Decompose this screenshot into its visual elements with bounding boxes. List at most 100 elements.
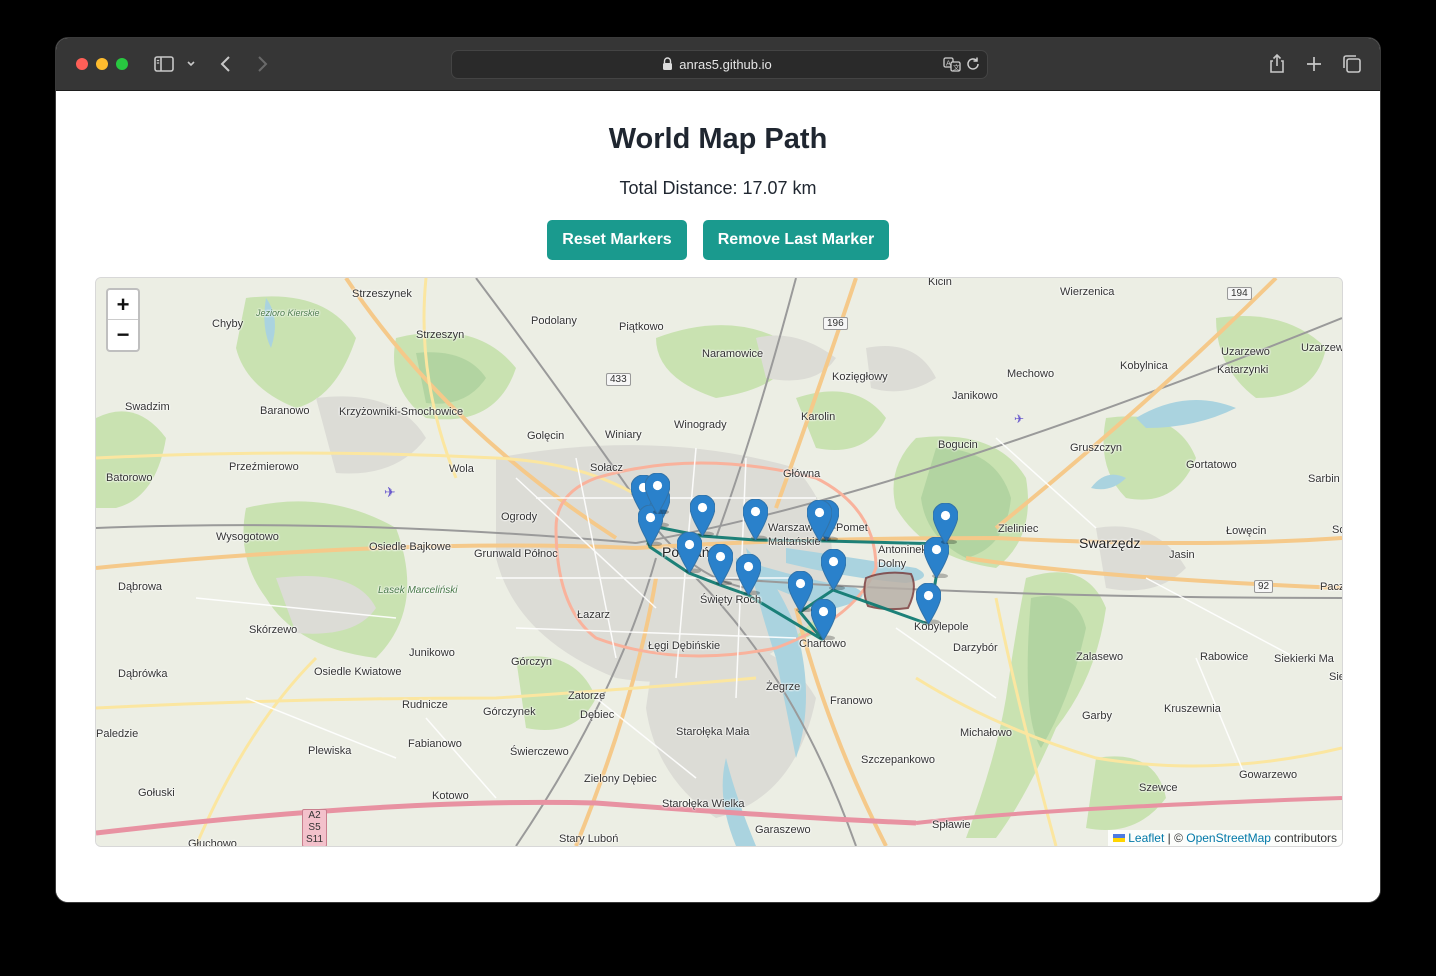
place-label: Gortatowo	[1186, 459, 1237, 471]
map-marker-icon[interactable]	[931, 502, 959, 545]
place-label: Główna	[783, 468, 821, 480]
place-label: Siel	[1329, 671, 1342, 683]
svg-text:文: 文	[953, 63, 960, 72]
place-label: Rudnicze	[402, 699, 448, 711]
place-label: Dąbrowa	[118, 581, 163, 593]
translate-icon[interactable]: A文	[943, 56, 961, 72]
place-label: Gruszczyn	[1070, 442, 1122, 454]
remove-last-marker-button[interactable]: Remove Last Marker	[703, 220, 889, 260]
address-bar[interactable]: anras5.github.io A文	[451, 50, 988, 79]
map-marker-icon[interactable]	[741, 498, 769, 541]
road-shield-label: S11	[306, 834, 324, 845]
place-label: Uzarzewo	[1221, 346, 1270, 358]
place-label: Ogrody	[501, 511, 538, 523]
place-label: Janikowo	[952, 390, 998, 402]
place-label: Zalasewo	[1076, 651, 1124, 663]
map-marker-icon[interactable]	[819, 548, 847, 591]
place-label: Przeźmierowo	[229, 461, 299, 473]
place-label: Wierzenica	[1060, 286, 1115, 298]
place-label: Michałowo	[960, 727, 1012, 739]
map-marker-icon[interactable]	[805, 499, 833, 542]
chevron-down-icon[interactable]	[184, 52, 198, 76]
minimize-window-button[interactable]	[96, 58, 108, 70]
place-label: Darzybór	[953, 642, 998, 654]
svg-text:A: A	[946, 60, 951, 68]
close-window-button[interactable]	[76, 58, 88, 70]
tab-overview-icon[interactable]	[1340, 52, 1364, 76]
place-label: Siekierki Ma	[1274, 653, 1334, 665]
place-label: Święty Roch	[700, 594, 762, 606]
place-label: Jezioro Kierskie	[256, 308, 320, 318]
road-shield-label: A2	[308, 810, 321, 821]
place-label: Paczk	[1320, 581, 1342, 593]
place-label: Starołęka Mała	[676, 726, 750, 738]
place-label: Osiedle Bajkowe	[369, 541, 451, 553]
reset-markers-button[interactable]: Reset Markers	[547, 220, 687, 260]
zoom-control: + −	[106, 288, 140, 352]
place-label: Kicin	[928, 277, 952, 288]
place-label: Sarbin	[1308, 473, 1340, 485]
place-label: Winiary	[605, 429, 642, 441]
map-marker-icon[interactable]	[914, 582, 942, 625]
place-label: Rabowice	[1200, 651, 1249, 663]
place-label: Łęgi Dębińskie	[648, 640, 721, 652]
place-label: Strzeszyn	[416, 329, 465, 341]
place-label: Paledzie	[96, 728, 139, 740]
map-marker-icon[interactable]	[688, 494, 716, 537]
map-marker-icon[interactable]	[706, 543, 734, 586]
place-label: Kruszewnia	[1164, 703, 1221, 715]
attribution-suffix: contributors	[1270, 831, 1337, 845]
place-label: Junikowo	[409, 647, 455, 659]
place-label: Franowo	[830, 695, 873, 707]
map-marker-icon[interactable]	[786, 570, 814, 613]
back-icon[interactable]	[214, 52, 238, 76]
leaflet-link[interactable]: Leaflet	[1128, 831, 1164, 845]
place-label: Lasek Marceliński	[378, 585, 458, 596]
map-container[interactable]: Strzeszynek Podolany Piątkowo Kicin Wier…	[95, 277, 1343, 847]
place-label: Szczepankowo	[861, 754, 935, 766]
place-label: Gowarzewo	[1239, 769, 1298, 781]
place-label: Szewce	[1139, 782, 1178, 794]
sidebar-toggle-icon[interactable]	[152, 52, 176, 76]
place-label: Gołuski	[138, 787, 175, 799]
place-label: Piątkowo	[619, 321, 664, 333]
place-label: Osiedle Kwiatowe	[314, 666, 402, 678]
zoom-window-button[interactable]	[116, 58, 128, 70]
place-label: Zieliniec	[998, 523, 1039, 535]
road-shield: 194	[1227, 287, 1252, 300]
new-tab-icon[interactable]	[1302, 52, 1326, 76]
place-label: Bogucin	[938, 439, 978, 451]
page-content: World Map Path Total Distance: 17.07 km …	[56, 91, 1380, 902]
map-marker-icon[interactable]	[734, 553, 762, 596]
place-label: Grunwald Północ	[474, 548, 558, 560]
place-label: Stary Luboń	[559, 833, 619, 845]
map-marker-icon[interactable]	[643, 472, 671, 515]
forward-icon[interactable]	[250, 52, 274, 76]
share-icon[interactable]	[1265, 52, 1289, 76]
place-label: Mechowo	[1007, 368, 1055, 380]
place-label: Górczyn	[511, 656, 552, 668]
place-label: Jasin	[1169, 549, 1195, 561]
place-label: Batorowo	[106, 472, 153, 484]
reload-icon[interactable]	[965, 56, 981, 72]
place-label: Garby	[1082, 710, 1112, 722]
road-shield: 92	[1254, 580, 1274, 593]
osm-link[interactable]: OpenStreetMap	[1186, 831, 1271, 845]
place-label: Karolin	[801, 411, 836, 423]
place-label: Sol	[1332, 524, 1342, 536]
place-label: Winogrady	[674, 419, 727, 431]
place-label: Swadzim	[125, 401, 170, 413]
place-label: Głuchowo	[188, 838, 237, 847]
map-marker-icon[interactable]	[675, 531, 703, 574]
zoom-in-button[interactable]: +	[108, 290, 138, 320]
place-label: Kozięgłowy	[832, 371, 888, 383]
place-label: Górczynek	[483, 706, 536, 718]
map-marker-icon[interactable]	[809, 598, 837, 641]
place-label: Zatorze	[568, 690, 606, 702]
place-label: Kobylnica	[1120, 360, 1168, 372]
place-label: Fabianowo	[408, 738, 462, 750]
map-attribution: Leaflet | © OpenStreetMap contributors	[1108, 830, 1342, 846]
browser-window: anras5.github.io A文 World Map Path Total…	[56, 38, 1380, 902]
total-distance: Total Distance: 17.07 km	[619, 178, 817, 198]
zoom-out-button[interactable]: −	[108, 320, 138, 350]
